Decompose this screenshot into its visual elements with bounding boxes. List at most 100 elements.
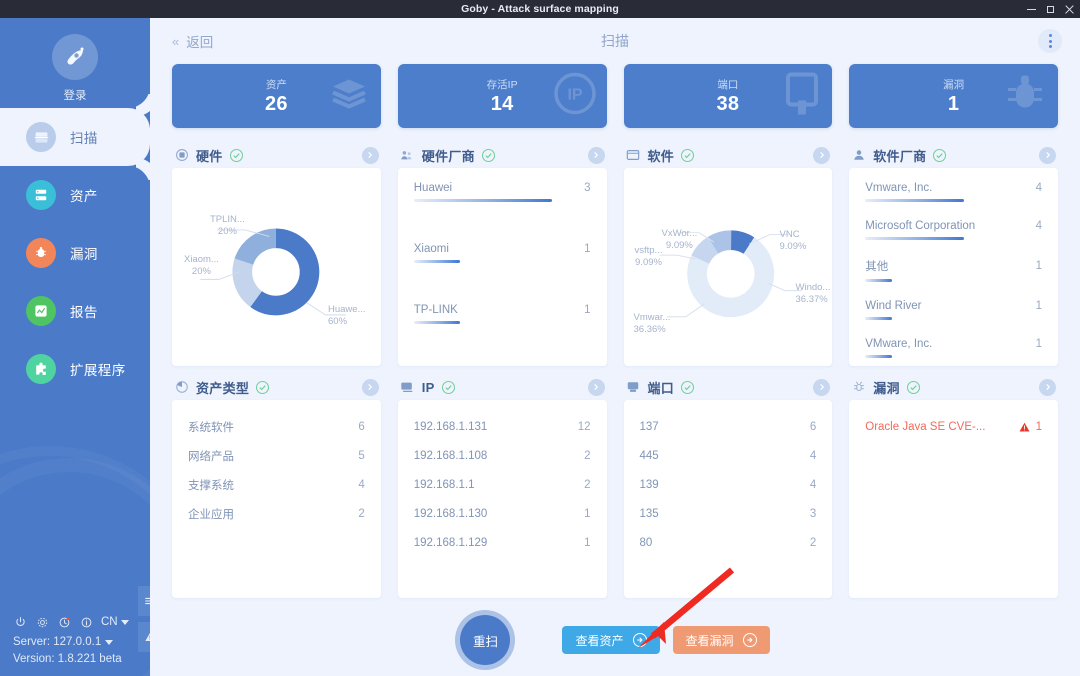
content-topbar: « 返回 扫描	[150, 18, 1080, 64]
panel-title: 硬件厂商	[421, 148, 475, 164]
list-item[interactable]: 系统软件 6	[188, 412, 365, 441]
list-item[interactable]: 137 6	[640, 412, 817, 441]
sidebar-item-vulnerabilities[interactable]: 漏洞	[0, 224, 150, 282]
list-item[interactable]: 192.168.1.108 2	[414, 441, 591, 470]
check-circle-icon	[681, 148, 695, 162]
list-item[interactable]: 网络产品 5	[188, 441, 365, 470]
list-item[interactable]: 192.168.1.129 1	[414, 528, 591, 557]
chevron-right-icon[interactable]	[361, 378, 379, 396]
sidebar-item-extensions[interactable]: 扩展程序	[0, 340, 150, 398]
chevron-right-icon[interactable]	[1039, 378, 1056, 396]
item-name: 其他	[865, 261, 889, 273]
list-item[interactable]: Oracle Java SE CVE-... 1	[865, 412, 1042, 441]
list-item[interactable]: 135 3	[640, 499, 817, 528]
title-bar: Goby - Attack surface mapping	[0, 0, 1080, 18]
donut-label-vnc: VNC 9.09%	[779, 229, 807, 252]
check-circle-icon	[441, 380, 455, 394]
item-value: 3	[809, 507, 817, 520]
check-circle-icon	[933, 148, 947, 162]
list-item[interactable]: Microsoft Corporation 4	[865, 220, 1042, 240]
list-item[interactable]: Huawei 3	[413, 182, 591, 202]
list-item[interactable]: 192.168.1.130 1	[414, 499, 591, 528]
server-icon	[626, 380, 641, 395]
chevron-right-icon[interactable]	[813, 146, 831, 164]
server-row[interactable]: Server: 127.0.0.1	[13, 634, 150, 651]
panel-body: 192.168.1.131 12 192.168.1.108 2 192.168…	[397, 400, 607, 598]
power-icon[interactable]	[13, 615, 27, 629]
list-item[interactable]: 192.168.1.131 12	[414, 412, 591, 441]
rescan-button[interactable]: 重扫	[460, 615, 511, 665]
panel-body: Huawei 3 Xiaomi 1 TP-LINK 1	[397, 168, 607, 366]
sidebar-item-scan[interactable]: 扫描	[0, 108, 150, 166]
list-item[interactable]: TP-LINK 1	[413, 304, 591, 324]
chevron-right-icon[interactable]	[587, 378, 605, 396]
progress-bar	[413, 199, 591, 202]
hamburger-icon[interactable]	[138, 586, 150, 616]
minimize-icon[interactable]	[1027, 8, 1036, 10]
list-item[interactable]: 支撑系统 4	[188, 470, 365, 499]
arrow-right-circle-icon	[742, 633, 757, 647]
item-value: 1	[584, 304, 591, 316]
item-name: Vmware, Inc.	[865, 182, 933, 194]
panel-body: 137 6 445 4 139 4 135 3 80 2	[623, 400, 833, 598]
progress-bar	[413, 321, 591, 324]
item-name: 192.168.1.131	[413, 420, 488, 433]
sidebar-item-label: 资产	[70, 189, 98, 204]
item-name: Xiaomi	[413, 243, 449, 255]
list-item[interactable]: 139 4	[640, 470, 817, 499]
view-vulns-button[interactable]: 查看漏洞	[672, 626, 770, 654]
item-value-group: 1	[1019, 421, 1042, 433]
panel-asset-type: 资产类型 系统软件 6 网络产品 5 支撑系统 4 企业应用 2	[172, 374, 381, 598]
avatar	[52, 34, 98, 80]
list-item[interactable]: Xiaomi 1	[413, 243, 591, 263]
stat-label: 存活IP	[486, 78, 518, 91]
stat-card-ports[interactable]: 端口 38	[623, 64, 833, 128]
chevron-right-icon[interactable]	[813, 378, 831, 396]
panel-header: 软件厂商	[849, 142, 1058, 168]
kebab-menu-icon[interactable]	[1038, 29, 1062, 53]
list-item[interactable]: 192.168.1.1 2	[414, 470, 591, 499]
item-name: 企业应用	[188, 508, 234, 521]
window-title: Goby - Attack surface mapping	[461, 3, 619, 15]
check-circle-icon	[256, 380, 270, 394]
sidebar-item-assets[interactable]: 资产	[0, 166, 150, 224]
chevron-right-icon[interactable]	[1039, 146, 1056, 164]
gear-icon[interactable]	[35, 615, 49, 629]
item-value: 4	[809, 478, 817, 491]
list-item[interactable]: 企业应用 2	[188, 499, 365, 528]
maximize-icon[interactable]	[1047, 5, 1054, 13]
list-item[interactable]: 其他 1	[865, 258, 1042, 282]
panel-hardware-vendor: 硬件厂商 Huawei 3 Xiaomi 1 TP-LINK 1	[397, 142, 607, 366]
language-selector[interactable]: CN	[101, 616, 129, 628]
panel-title: 软件厂商	[873, 148, 927, 164]
list-item[interactable]: VMware, Inc. 1	[865, 338, 1042, 358]
chevron-right-icon[interactable]	[361, 146, 379, 164]
panel-body: TPLIN... 20% Xiaom... 20% Huawe... 60%	[172, 168, 381, 366]
info-icon[interactable]	[79, 615, 93, 629]
stat-label: 端口	[717, 78, 739, 91]
item-value: 1	[1035, 420, 1042, 433]
goby-logo-icon	[67, 47, 84, 65]
view-assets-button[interactable]: 查看资产	[562, 626, 660, 654]
item-name: Oracle Java SE CVE-...	[865, 420, 986, 433]
panel-ip: IP 192.168.1.131 12 192.168.1.108 2 192.…	[397, 374, 607, 598]
stat-card-alive-ip[interactable]: 存活IP 14 IP	[397, 64, 607, 128]
panel-body: Vmware, Inc. 4 Microsoft Corporation 4 其…	[849, 168, 1058, 366]
list-item[interactable]: Vmware, Inc. 4	[865, 182, 1042, 202]
chevron-right-icon[interactable]	[587, 146, 605, 164]
item-name: 192.168.1.129	[413, 536, 488, 549]
list-item[interactable]: 445 4	[640, 441, 817, 470]
panel-row-1: 硬件 TPLIN... 20% Xiaom... 20% Huawe... 60…	[172, 142, 1058, 366]
item-name: 135	[639, 507, 659, 520]
close-icon[interactable]	[1065, 5, 1074, 14]
progress-bar	[865, 355, 1042, 358]
donut-label-vxworks: VxWor... 9.09%	[661, 228, 698, 251]
list-item[interactable]: 80 2	[640, 528, 817, 557]
port-icon	[782, 71, 822, 122]
stat-label: 资产	[265, 78, 287, 91]
list-item[interactable]: Wind River 1	[865, 300, 1042, 320]
stat-card-assets[interactable]: 资产 26	[172, 64, 381, 128]
sidebar-item-report[interactable]: 报告	[0, 282, 150, 340]
stat-card-vulns[interactable]: 漏洞 1	[849, 64, 1058, 128]
clock-icon[interactable]	[57, 615, 71, 629]
